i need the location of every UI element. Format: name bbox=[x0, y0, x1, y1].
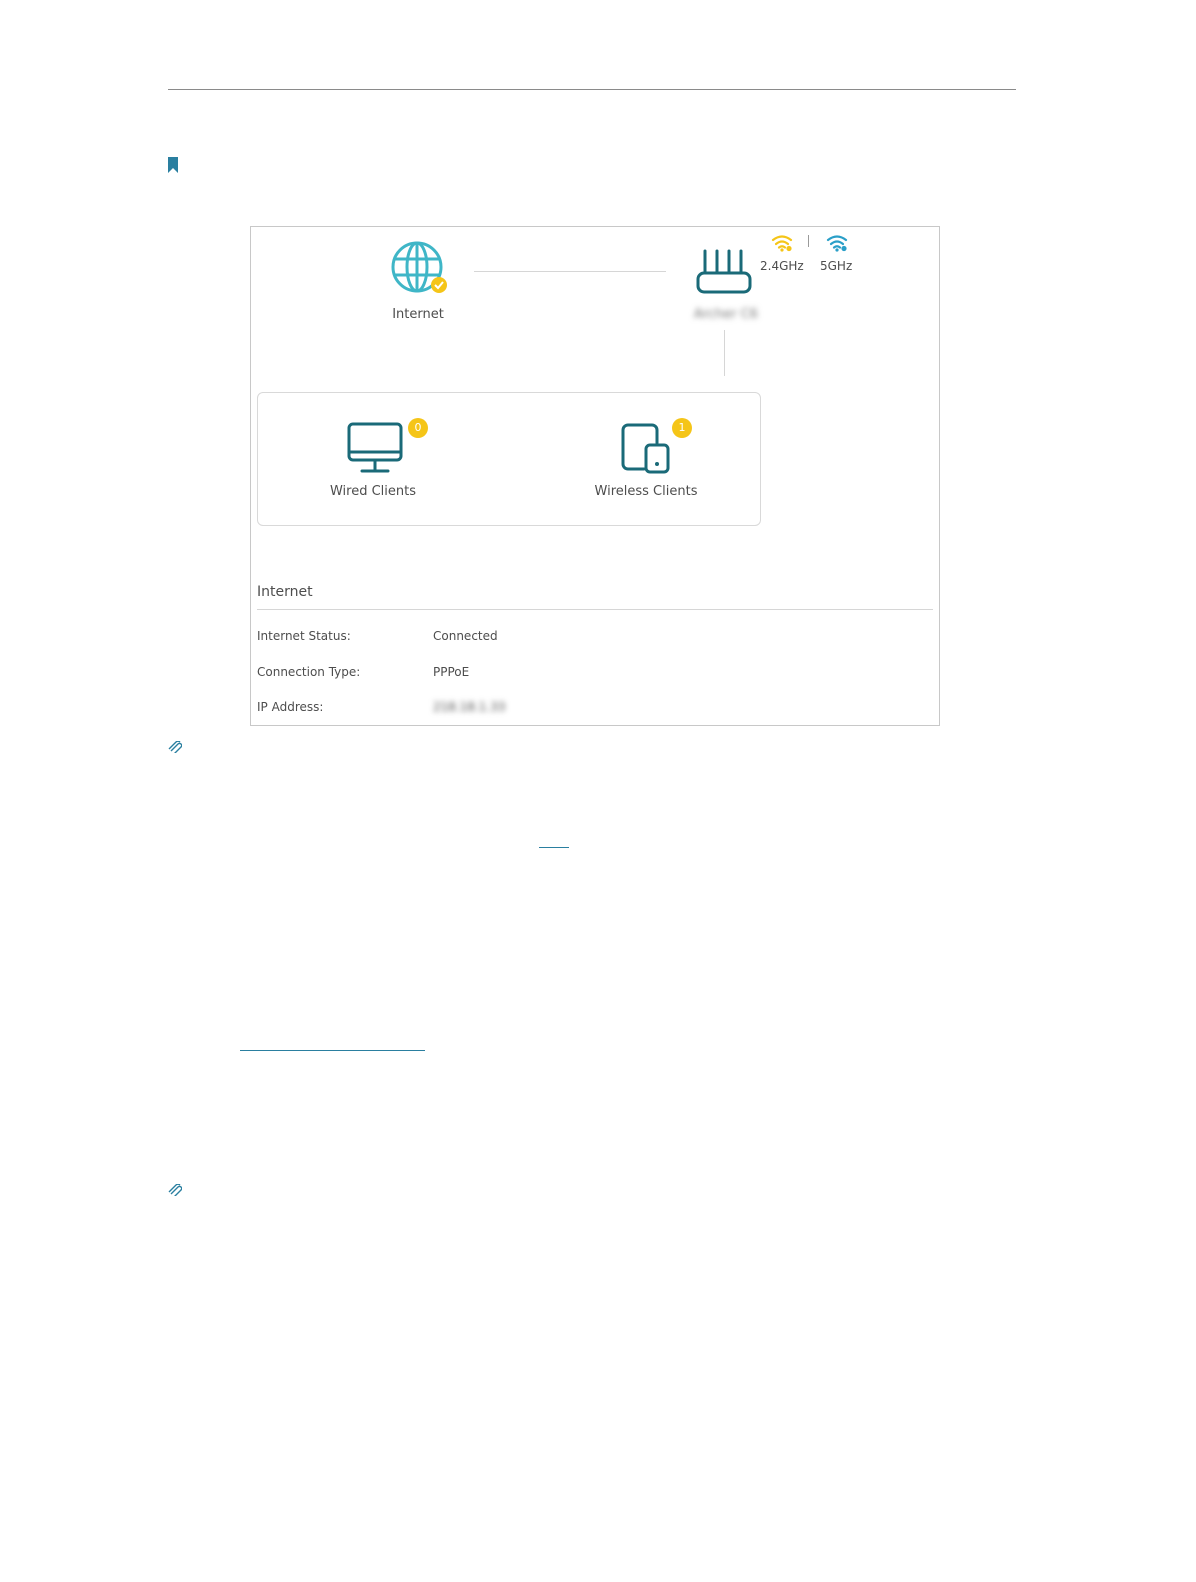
wifi-2g-icon[interactable] bbox=[771, 234, 793, 252]
tablet-phone-icon[interactable] bbox=[620, 423, 672, 475]
ip-address-label: IP Address: bbox=[257, 700, 324, 714]
router-node-label: Archer C6 bbox=[693, 307, 759, 322]
paperclip-note-icon bbox=[168, 741, 182, 753]
router-clients-link-line bbox=[724, 330, 725, 376]
check-badge-icon bbox=[431, 277, 447, 293]
inline-link-underline[interactable] bbox=[539, 847, 569, 848]
wired-clients-label[interactable]: Wired Clients bbox=[313, 484, 433, 499]
band-2g-label: 2.4GHz bbox=[760, 259, 804, 273]
internet-router-link-line bbox=[474, 271, 666, 272]
monitor-icon[interactable] bbox=[346, 422, 404, 474]
internet-section-title: Internet bbox=[257, 584, 313, 600]
ip-address-value: 218.18.1.33 bbox=[433, 700, 506, 714]
wifi-5g-icon[interactable] bbox=[826, 234, 848, 252]
internet-status-label: Internet Status: bbox=[257, 629, 351, 643]
connection-type-value: PPPoE bbox=[433, 665, 470, 679]
internet-node-label: Internet bbox=[392, 307, 444, 322]
connection-type-label: Connection Type: bbox=[257, 665, 361, 679]
paperclip-note-icon-2 bbox=[168, 1184, 182, 1196]
wireless-clients-label[interactable]: Wireless Clients bbox=[581, 484, 711, 499]
header-rule bbox=[168, 89, 1016, 90]
bookmark-icon bbox=[168, 157, 178, 173]
router-icon[interactable] bbox=[695, 249, 753, 295]
internet-status-value: Connected bbox=[433, 629, 498, 643]
band-5g-label: 5GHz bbox=[820, 259, 853, 273]
internet-section-rule bbox=[257, 609, 933, 610]
clients-box bbox=[257, 392, 761, 526]
globe-icon[interactable] bbox=[389, 241, 449, 297]
wireless-clients-count-badge: 1 bbox=[672, 418, 692, 438]
wired-clients-count-badge: 0 bbox=[408, 418, 428, 438]
inline-link-underline-2[interactable] bbox=[240, 1050, 425, 1051]
band-separator bbox=[808, 235, 809, 247]
